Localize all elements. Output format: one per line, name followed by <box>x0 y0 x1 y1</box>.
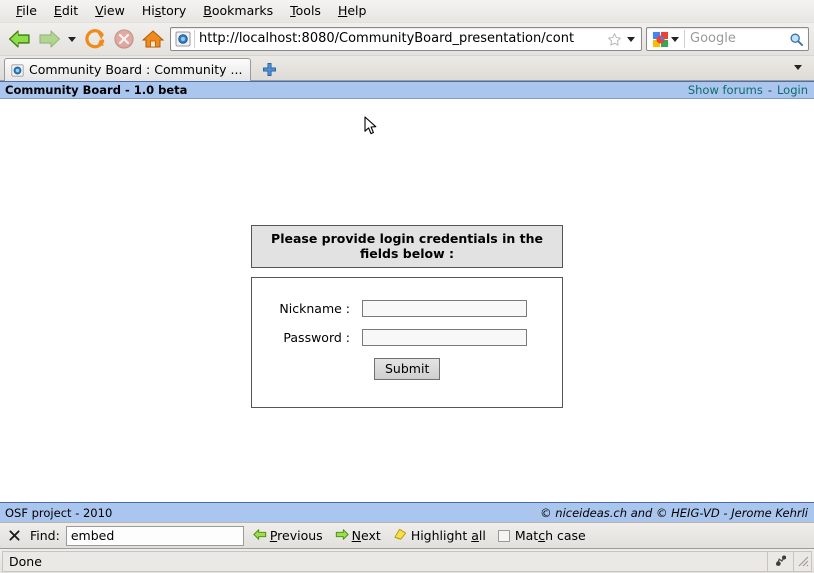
navigation-toolbar: http://localhost:8080/CommunityBoard_pre… <box>0 23 814 56</box>
password-field[interactable] <box>362 329 527 346</box>
login-link[interactable]: Login <box>777 82 808 98</box>
find-next-label: Next <box>351 528 381 543</box>
menu-help[interactable]: Help <box>330 2 376 20</box>
tab-title: Community Board : Community ... <box>29 62 243 77</box>
browser-window: File Edit View History Bookmarks Tools H… <box>0 0 814 573</box>
footer-project: OSF project - 2010 <box>5 505 113 520</box>
url-separator <box>194 30 195 48</box>
page-content: Please provide login credentials in the … <box>0 99 814 502</box>
reload-icon[interactable] <box>80 25 109 54</box>
nickname-row: Nickname : <box>252 300 562 317</box>
site-header: Community Board - 1.0 beta Show forums -… <box>0 81 814 99</box>
checkbox-box[interactable] <box>497 529 510 542</box>
forward-arrow-icon[interactable] <box>34 25 63 54</box>
google-logo-icon[interactable] <box>650 31 681 48</box>
menu-bookmarks[interactable]: Bookmarks <box>195 2 282 20</box>
status-bar: Done <box>0 548 814 573</box>
search-separator <box>684 30 685 48</box>
search-dropdown-icon[interactable] <box>671 36 679 42</box>
page-viewport: Community Board - 1.0 beta Show forums -… <box>0 81 814 522</box>
login-form: Nickname : Password : Submit <box>251 277 563 408</box>
url-text[interactable]: http://localhost:8080/CommunityBoard_pre… <box>199 29 605 49</box>
resize-grip-icon[interactable] <box>794 550 812 572</box>
footer-credits: © niceideas.ch and © HEIG-VD - Jerome Ke… <box>540 505 808 520</box>
status-text: Done <box>2 550 768 572</box>
highlight-all-label: Highlight all <box>410 528 486 543</box>
submit-button[interactable]: Submit <box>374 358 441 380</box>
menu-history[interactable]: History <box>134 2 195 20</box>
nickname-field[interactable] <box>362 300 527 317</box>
find-input[interactable] <box>65 525 244 546</box>
star-icon[interactable] <box>605 30 623 48</box>
url-bar[interactable]: http://localhost:8080/CommunityBoard_pre… <box>170 27 642 51</box>
match-case-checkbox[interactable]: Match case <box>495 526 589 545</box>
close-x-icon[interactable] <box>6 528 22 544</box>
find-label: Find: <box>30 528 60 543</box>
link-separator: - <box>767 83 772 97</box>
page-globe-icon <box>10 63 24 77</box>
history-dropdown-icon[interactable] <box>63 25 80 54</box>
nickname-label: Nickname : <box>279 301 350 316</box>
magnifier-icon[interactable] <box>787 32 805 47</box>
arrow-right-icon <box>335 528 349 544</box>
tab-bar: Community Board : Community ... <box>0 56 814 81</box>
menu-tools[interactable]: Tools <box>282 2 330 20</box>
back-arrow-icon[interactable] <box>5 25 34 54</box>
tab-list-dropdown-icon[interactable] <box>788 56 808 78</box>
submit-row: Submit <box>252 358 562 380</box>
site-header-links: Show forums - Login <box>688 82 808 98</box>
password-label: Password : <box>283 330 350 345</box>
addon-icon[interactable] <box>768 550 794 572</box>
arrow-left-icon <box>253 528 267 544</box>
site-title: Community Board - 1.0 beta <box>5 83 188 97</box>
search-input[interactable]: Google <box>690 29 787 49</box>
menu-bar: File Edit View History Bookmarks Tools H… <box>0 0 814 23</box>
tab-community-board[interactable]: Community Board : Community ... <box>4 58 252 81</box>
password-row: Password : <box>252 329 562 346</box>
find-previous-label: Previous <box>269 528 323 543</box>
highlighter-icon <box>393 527 408 544</box>
highlight-all-button[interactable]: Highlight all <box>390 525 489 546</box>
page-globe-icon <box>173 30 192 49</box>
url-dropdown-icon[interactable] <box>623 36 639 42</box>
menu-file[interactable]: File <box>8 2 46 20</box>
login-banner: Please provide login credentials in the … <box>251 225 563 268</box>
search-bar[interactable]: Google <box>646 27 809 51</box>
find-previous-button[interactable]: Previous <box>250 526 326 546</box>
show-forums-link[interactable]: Show forums <box>688 82 763 98</box>
match-case-label: Match case <box>514 528 586 543</box>
find-bar: Find: Previous Next <box>0 522 814 548</box>
mouse-cursor <box>364 116 378 136</box>
menu-edit[interactable]: Edit <box>46 2 87 20</box>
find-next-button[interactable]: Next <box>332 526 384 546</box>
menu-view[interactable]: View <box>87 2 134 20</box>
home-icon[interactable] <box>138 25 167 54</box>
stop-icon[interactable] <box>109 25 138 54</box>
new-tab-button[interactable] <box>257 58 281 80</box>
site-footer: OSF project - 2010 © niceideas.ch and © … <box>0 502 814 522</box>
